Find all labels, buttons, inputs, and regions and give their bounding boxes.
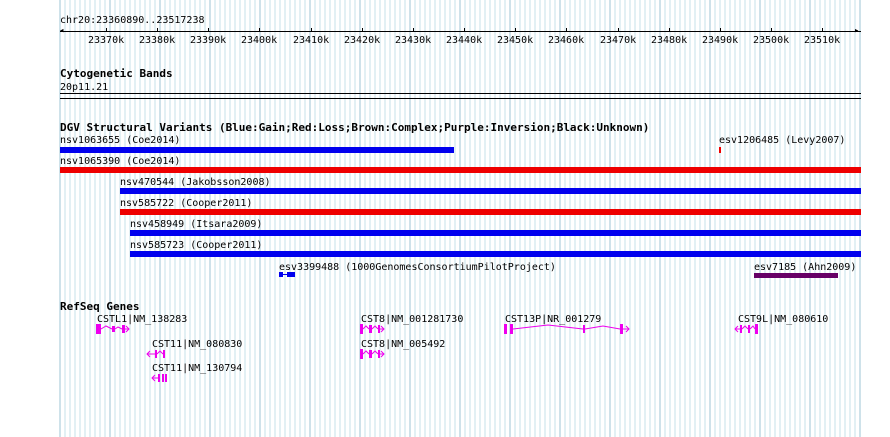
gene-glyph-cst11[interactable] [145,349,169,361]
ruler-tick-label: 23420k [344,35,381,46]
ruler-tick [106,28,107,32]
ruler-tick-label: 23390k [190,35,227,46]
ruler-coordinates: chr20:23360890..23517238 [60,15,205,26]
gene-glyph-cst13p[interactable] [504,324,632,336]
ruler-tick-label: 23430k [395,35,432,46]
track-title-refseq-genes[interactable]: RefSeq Genes [60,301,139,313]
ruler-right-arrow-icon: ▸ [854,26,860,36]
ruler-tick [259,28,260,32]
ruler-tick [362,28,363,32]
track-title-dgv[interactable]: DGV Structural Variants (Blue:Gain;Red:L… [60,122,649,134]
ruler-tick [515,28,516,32]
variant-glyph[interactable] [279,271,299,279]
ruler-tick-label: 23370k [88,35,125,46]
ruler-tick-label: 23460k [548,35,585,46]
variant-label: nsv585722 (Cooper2011) [120,198,253,209]
variant-bar[interactable] [719,147,721,153]
variant-label: nsv470544 (Jakobsson2008) [120,177,271,188]
variant-label: esv1206485 (Levy2007) [719,135,846,146]
ruler-tick-label: 23400k [241,35,278,46]
variant-label: nsv458949 (Itsara2009) [130,219,263,230]
variant-label: esv3399488 (1000GenomesConsortiumPilotPr… [279,262,556,273]
variant-label: nsv1065390 (Coe2014) [60,156,181,167]
ruler-tick [413,28,414,32]
ruler-tick [464,28,465,32]
variant-bar[interactable] [120,188,861,194]
variant-label: esv7185 (Ahn2009) [754,262,857,273]
ruler-left-arrow-icon: ◂ [59,26,65,36]
track-title-cytogenetic-bands[interactable]: Cytogenetic Bands [60,68,173,80]
variant-label: nsv1063655 (Coe2014) [60,135,181,146]
variant-bar[interactable] [60,167,861,173]
ruler-tick-label: 23470k [600,35,637,46]
variant-bar[interactable] [754,273,838,278]
ruler-tick [566,28,567,32]
variant-bar[interactable] [60,147,454,153]
ruler-tick-label: 23440k [446,35,483,46]
genome-browser-panel: chr20:23360890..23517238 ◂ ▸ 23370k 23380… [0,0,890,437]
ruler-tick [311,28,312,32]
ruler-tick [822,28,823,32]
ruler-tick [771,28,772,32]
ruler-tick [618,28,619,32]
ruler-tick [208,28,209,32]
gene-glyph-cst8-alt[interactable] [360,349,386,361]
ruler-tick-label: 23510k [804,35,841,46]
variant-bar[interactable] [120,209,861,215]
ruler-tick [157,28,158,32]
cytoband-top-line [60,93,861,94]
ruler-tick-label: 23410k [293,35,330,46]
variant-label: nsv585723 (Cooper2011) [130,240,263,251]
ruler-tick-label: 23480k [651,35,688,46]
gene-glyph-cst11-alt[interactable] [150,373,170,385]
ruler-tick-label: 23380k [139,35,176,46]
ruler-tick-label: 23500k [753,35,790,46]
ruler-tick-label: 23490k [702,35,739,46]
cytoband-label: 20p11.21 [60,82,109,93]
cytoband-bottom-line [60,98,861,99]
ruler-tick-label: 23450k [497,35,534,46]
variant-bar[interactable] [130,230,861,236]
gene-glyph-cst9l[interactable] [733,324,761,336]
ruler-tick [669,28,670,32]
variant-bar[interactable] [130,251,861,257]
gene-glyph-cstl1[interactable] [96,324,136,336]
gene-glyph-cst8[interactable] [360,324,386,336]
ruler-axis [60,31,861,32]
ruler-tick [720,28,721,32]
